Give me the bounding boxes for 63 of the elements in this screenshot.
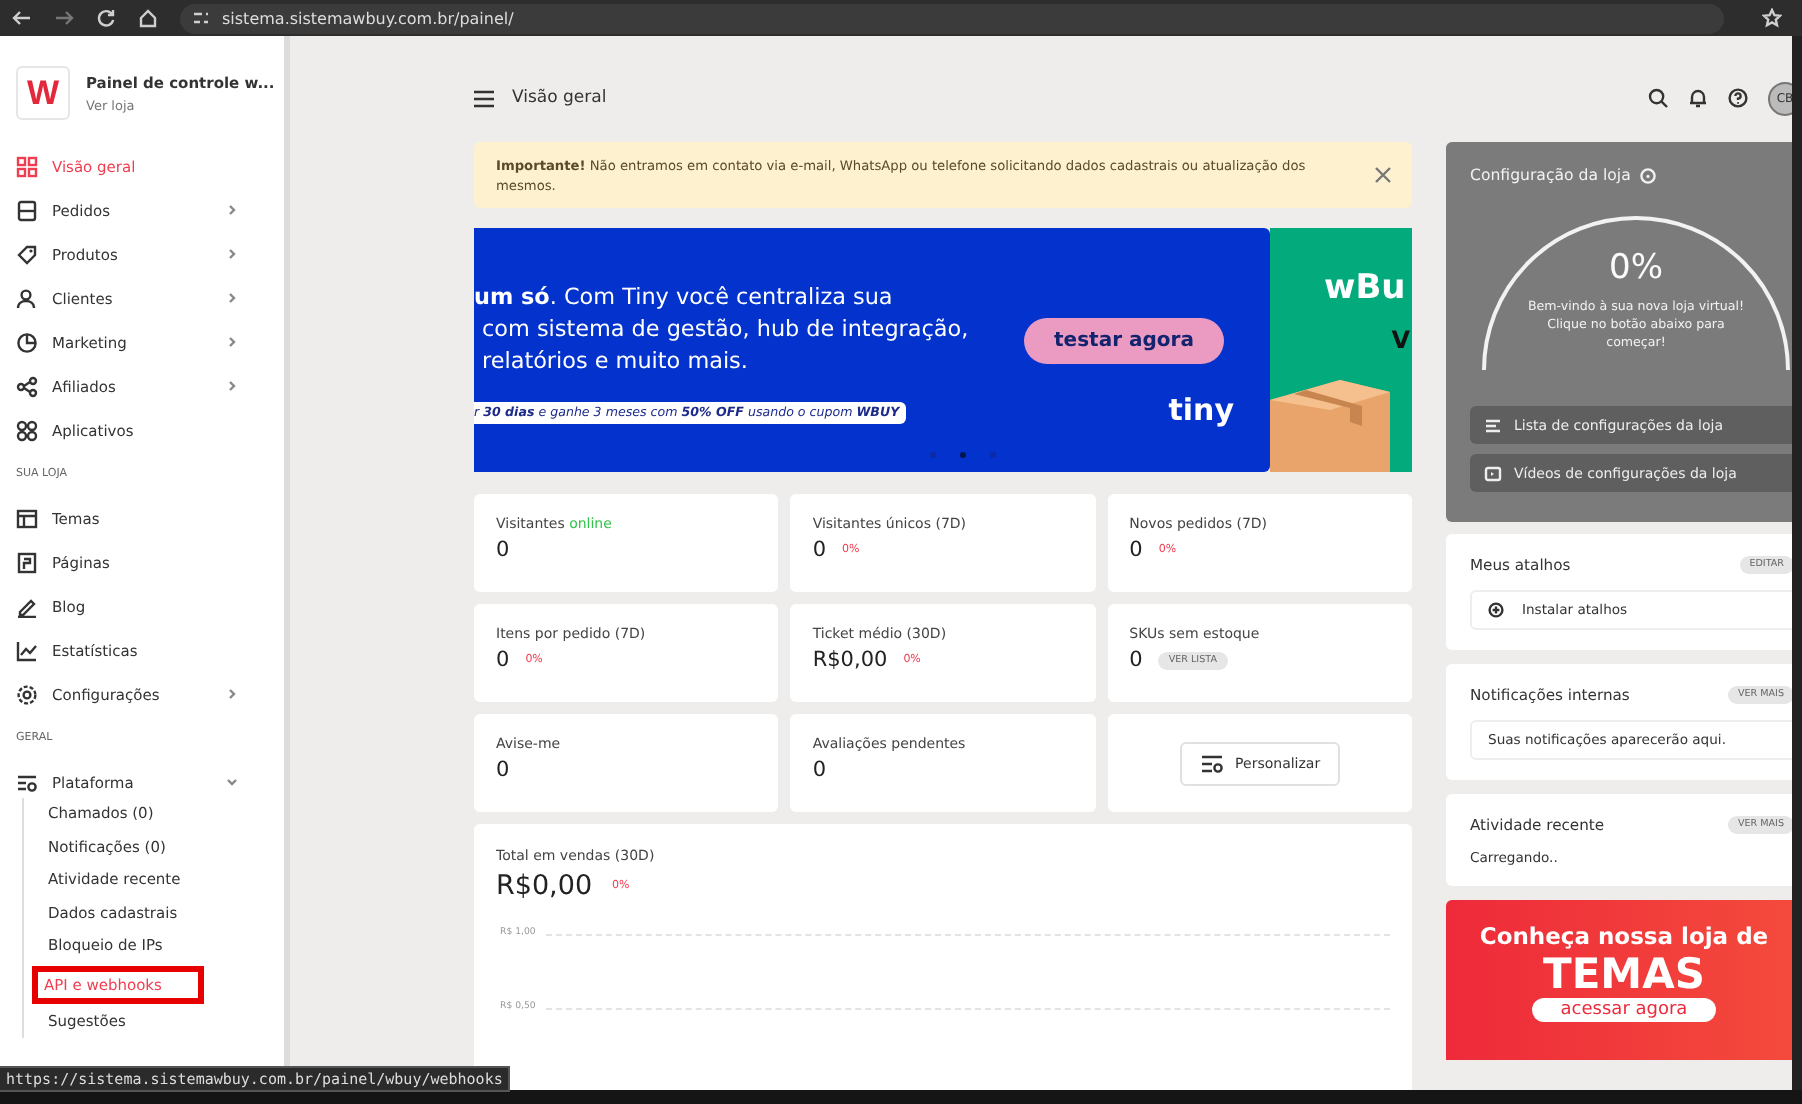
brand-logo: tiny [1168,392,1234,428]
reload-icon[interactable] [96,8,116,28]
slide-text: um só. Com Tiny você centraliza sua [474,282,895,314]
chevron-icon [226,380,238,392]
slide-text: relatórios e muito mais. [480,346,750,378]
slide-title: wBu [1322,266,1408,308]
carousel-dot[interactable] [960,452,966,458]
pen-icon [16,595,38,617]
video-icon [1484,465,1502,481]
page-icon [16,551,38,573]
sliders-icon [16,771,38,793]
chevron-icon [226,776,238,788]
chevron-icon [226,688,238,700]
try-now-button[interactable]: testar agora [1024,318,1224,364]
banner-headline: Conheça nossa loja de [1479,922,1769,950]
stat-value: 0 [812,538,827,562]
stat-value: 0 [812,758,827,782]
star-icon[interactable] [1762,8,1782,28]
stat-value: 0 [1129,538,1143,562]
page-title: Visão geral [512,88,607,108]
slide-text: V [1391,326,1410,354]
site-info-icon [192,10,210,26]
help-icon[interactable] [1728,88,1748,108]
apps-icon [16,419,38,441]
logo[interactable]: W [16,66,70,120]
themes-banner[interactable]: Conheça nossa loja de TEMAS acessar agora [1446,900,1792,1060]
users-icon [16,287,38,309]
sliders-icon [1199,753,1224,773]
chevron-icon [226,204,238,216]
carousel-dot[interactable] [990,452,996,458]
stat-value: 0 [1129,648,1143,672]
progress-percent: 0% [1609,248,1663,288]
chevron-icon [226,292,238,304]
stat-value: 0 [496,648,510,672]
forward-icon[interactable] [54,8,74,28]
carousel-dot[interactable] [930,452,936,458]
bell-icon[interactable] [1688,88,1708,108]
receipt-icon [16,199,38,221]
access-now-button[interactable]: acessar agora [1532,998,1716,1022]
grid-icon [16,155,38,177]
stat-value: 0 [496,538,510,562]
layout-icon [16,507,38,529]
chevron-icon [226,248,238,260]
stat-value: R$0,00 [812,648,888,672]
next-slide[interactable]: wBu V [1270,228,1412,472]
sales-value: R$0,00 [496,870,593,902]
tag-icon [16,243,38,265]
stat-value: 0 [496,758,510,782]
menu-icon[interactable] [474,89,494,107]
back-icon[interactable] [12,8,32,28]
address-bar[interactable]: sistema.sistemawbuy.com.br/painel/ [180,3,1724,33]
pie-chart-icon [16,331,38,353]
slide-text: com sistema de gestão, hub de integração, [480,314,971,346]
search-icon[interactable] [1648,88,1668,108]
settings-icon [16,683,38,705]
chevron-icon [226,336,238,348]
close-icon[interactable] [1374,166,1392,184]
plus-circle-icon [1488,602,1504,618]
share-icon [16,375,38,397]
home-icon[interactable] [138,8,158,28]
list-icon [1484,417,1502,433]
banner-title: TEMAS [1543,950,1705,998]
line-chart-icon [16,639,38,661]
